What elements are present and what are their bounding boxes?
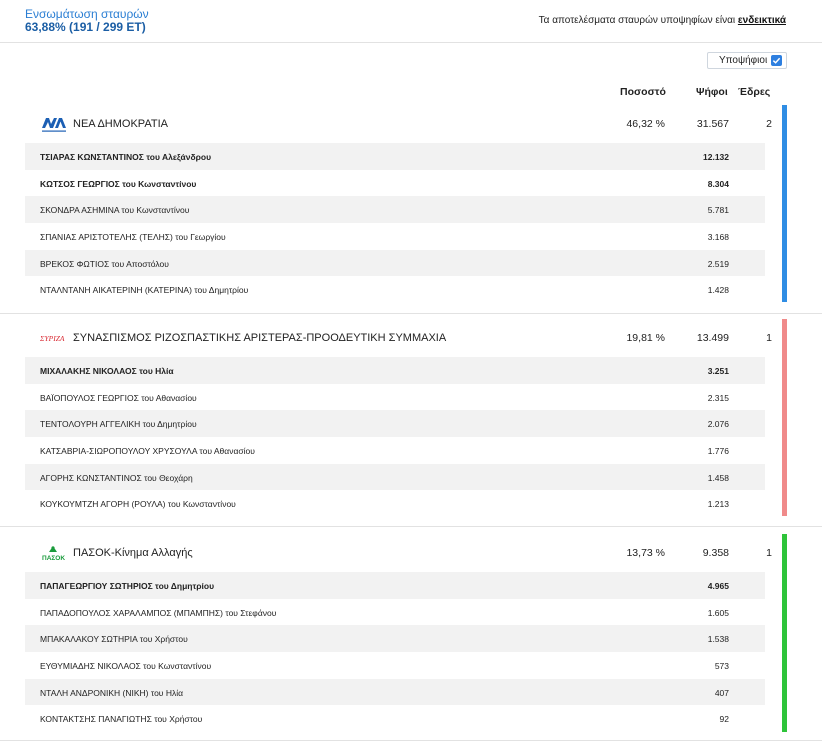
candidate-row: ΑΓΟΡΗΣ ΚΩΝΣΤΑΝΤΙΝΟΣ του Θεοχάρη 1.458: [25, 463, 765, 491]
party-row[interactable]: ΝΕΑ ΔΗΜΟΚΡΑΤΙΑ 46,32 % 31.567 2: [25, 105, 772, 143]
indicative-link[interactable]: ενδεικτικά: [738, 15, 786, 26]
candidate-votes: 3.251: [707, 366, 729, 376]
party-seats: 2: [766, 118, 772, 130]
candidate-name: ΑΓΟΡΗΣ ΚΩΝΣΤΑΝΤΙΝΟΣ του Θεοχάρη: [40, 472, 193, 483]
indicative-note: Τα αποτελέσματα σταυρών υποψηφίων είναι …: [539, 15, 786, 26]
party-block: ΠΑΣΟΚ ΠΑΣΟΚ-Κίνημα Αλλαγής 13,73 % 9.358…: [25, 534, 772, 732]
candidate-row: ΤΣΙΑΡΑΣ ΚΩΝΣΤΑΝΤΙΝΟΣ του Αλεξάνδρου 12.13…: [25, 143, 765, 170]
column-header-seats: Έδρες: [738, 86, 771, 98]
candidate-name: ΤΣΙΑΡΑΣ ΚΩΝΣΤΑΝΤΙΝΟΣ του Αλεξάνδρου: [40, 152, 212, 162]
candidate-votes: 1.605: [707, 607, 729, 618]
party-block: ΝΕΑ ΔΗΜΟΚΡΑΤΙΑ 46,32 % 31.567 2 ΤΣΙΑΡΑΣ …: [25, 105, 772, 303]
candidate-votes: 3.168: [707, 232, 729, 243]
party-name: ΝΕΑ ΔΗΜΟΚΡΑΤΙΑ: [73, 118, 168, 130]
candidate-votes: 1.776: [707, 446, 729, 457]
candidate-row: ΝΤΑΛΗ ΑΝΔΡΟΝΙΚΗ (ΝΙΚΗ) του Ηλία 407: [25, 678, 765, 706]
party-row[interactable]: ΠΑΣΟΚ ΠΑΣΟΚ-Κίνημα Αλλαγής 13,73 % 9.358…: [25, 534, 772, 572]
candidate-votes: 5.781: [707, 205, 729, 216]
candidate-row: ΒΑΪΟΠΟΥΛΟΣ ΓΕΩΡΓΙΟΣ του Αθανασίου 2.315: [25, 384, 765, 411]
integration-value: 63,88% (191 / 299 ΕΤ): [25, 20, 146, 34]
party-votes: 9.358: [702, 547, 729, 559]
divider: [0, 740, 822, 741]
candidate-votes: 1.458: [707, 472, 729, 483]
candidate-votes: 1.213: [707, 499, 729, 510]
party-color-bar: [782, 105, 787, 302]
candidate-name: ΒΑΪΟΠΟΥΛΟΣ ΓΕΩΡΓΙΟΣ του Αθανασίου: [40, 392, 197, 403]
candidate-votes: 1.428: [707, 285, 729, 296]
candidate-row: ΠΑΠΑΓΕΩΡΓΙΟΥ ΣΩΤΗΡΙΟΣ του Δημητρίου 4.965: [25, 572, 765, 599]
svg-text:ΠΑΣΟΚ: ΠΑΣΟΚ: [42, 555, 65, 562]
candidate-name: ΚΩΤΣΟΣ ΓΕΩΡΓΙΟΣ του Κωνσταντίνου: [40, 178, 197, 189]
candidate-votes: 2.315: [707, 392, 729, 403]
candidate-name: ΝΤΑΛΝΤΑΝΗ ΑΙΚΑΤΕΡΙΝΗ (ΚΑΤΕΡΙΝΑ) του Δημη…: [40, 285, 249, 296]
candidate-row: ΤΕΝΤΟΛΟΥΡΗ ΑΓΓΕΛΙΚΗ του Δημητρίου 2.076: [25, 410, 765, 438]
checkbox-checked-icon[interactable]: [771, 55, 782, 66]
candidate-row: ΝΤΑΛΝΤΑΝΗ ΑΙΚΑΤΕΡΙΝΗ (ΚΑΤΕΡΙΝΑ) του Δημη…: [25, 276, 765, 303]
candidate-row: ΒΡΕΚΟΣ ΦΩΤΙΟΣ του Αποστόλου 2.519: [25, 249, 765, 277]
candidate-row: ΜΠΑΚΑΛΑΚΟΥ ΣΩΤΗΡΙΑ του Χρήστου 1.538: [25, 625, 765, 653]
party-seats: 1: [766, 332, 772, 344]
candidate-votes: 2.519: [707, 258, 729, 269]
candidate-name: ΝΤΑΛΗ ΑΝΔΡΟΝΙΚΗ (ΝΙΚΗ) του Ηλία: [40, 687, 184, 698]
candidate-votes: 407: [714, 687, 729, 698]
column-header-percent: Ποσοστό: [620, 86, 666, 98]
candidate-votes: 92: [719, 714, 729, 725]
party-row[interactable]: ΣΥΡΙΖΑ ΣΥΝΑΣΠΙΣΜΟΣ ΡΙΖΟΣΠΑΣΤΙΚΗΣ ΑΡΙΣΤΕΡ…: [25, 319, 772, 357]
candidate-votes: 2.076: [707, 419, 729, 430]
nd-logo-icon: [40, 114, 70, 134]
party-votes: 31.567: [696, 118, 729, 130]
candidate-votes: 12.132: [703, 152, 729, 162]
candidate-name: ΒΡΕΚΟΣ ΦΩΤΙΟΣ του Αποστόλου: [40, 258, 169, 269]
party-seats: 1: [766, 547, 772, 559]
candidate-name: ΤΕΝΤΟΛΟΥΡΗ ΑΓΓΕΛΙΚΗ του Δημητρίου: [40, 419, 197, 430]
candidate-name: ΚΟΝΤΑΚΤΣΗΣ ΠΑΝΑΓΙΩΤΗΣ του Χρήστου: [40, 714, 203, 725]
candidate-name: ΕΥΘΥΜΙΑΔΗΣ ΝΙΚΟΛΑΟΣ του Κωνσταντίνου: [40, 661, 212, 672]
candidate-row: ΕΥΘΥΜΙΑΔΗΣ ΝΙΚΟΛΑΟΣ του Κωνσταντίνου 573: [25, 652, 765, 679]
candidate-votes: 573: [714, 661, 729, 672]
candidate-name: ΜΙΧΑΛΑΚΗΣ ΝΙΚΟΛΑΟΣ του Ηλία: [40, 366, 174, 376]
divider: [0, 313, 822, 314]
candidate-row: ΚΟΥΚΟΥΜΤΖΗ ΑΓΟΡΗ (ΡΟΥΛΑ) του Κωνσταντίνο…: [25, 490, 765, 517]
divider: [0, 526, 822, 527]
candidate-name: ΣΠΑΝΙΑΣ ΑΡΙΣΤΟΤΕΛΗΣ (ΤΕΛΗΣ) του Γεωργίου: [40, 232, 226, 243]
candidate-name: ΚΟΥΚΟΥΜΤΖΗ ΑΓΟΡΗ (ΡΟΥΛΑ) του Κωνσταντίνο…: [40, 499, 236, 510]
candidates-toggle-label: Υποψήφιοι: [719, 55, 768, 66]
candidate-row: ΚΟΝΤΑΚΤΣΗΣ ΠΑΝΑΓΙΩΤΗΣ του Χρήστου 92: [25, 705, 765, 732]
syriza-logo-icon: ΣΥΡΙΖΑ: [39, 328, 70, 348]
candidate-row: ΣΚΟΝΔΡΑ ΑΣΗΜΙΝΑ του Κωνσταντίνου 5.781: [25, 196, 765, 224]
candidate-row: ΚΑΤΣΑΒΡΙΑ-ΣΙΩΡΟΠΟΥΛΟΥ ΧΡΥΣΟΥΛΑ του Αθανα…: [25, 437, 765, 464]
candidate-row: ΣΠΑΝΙΑΣ ΑΡΙΣΤΟΤΕΛΗΣ (ΤΕΛΗΣ) του Γεωργίου…: [25, 223, 765, 250]
party-percent: 19,81 %: [626, 332, 665, 344]
party-name: ΠΑΣΟΚ-Κίνημα Αλλαγής: [73, 547, 193, 559]
party-color-bar: [782, 319, 787, 516]
svg-text:ΣΥΡΙΖΑ: ΣΥΡΙΖΑ: [40, 334, 65, 343]
candidate-row: ΜΙΧΑΛΑΚΗΣ ΝΙΚΟΛΑΟΣ του Ηλία 3.251: [25, 357, 765, 384]
candidate-name: ΠΑΠΑΓΕΩΡΓΙΟΥ ΣΩΤΗΡΙΟΣ του Δημητρίου: [40, 581, 215, 591]
integration-header: Ενσωμάτωση σταυρών 63,88% (191 / 299 ΕΤ)…: [0, 0, 822, 43]
party-percent: 13,73 %: [626, 547, 665, 559]
candidate-name: ΠΑΠΑΔΟΠΟΥΛΟΣ ΧΑΡΑΛΑΜΠΟΣ (ΜΠΑΜΠΗΣ) του Στ…: [40, 607, 277, 618]
pasok-logo-icon: ΠΑΣΟΚ: [40, 543, 70, 563]
candidate-votes: 4.965: [707, 581, 729, 591]
party-votes: 13.499: [696, 332, 729, 344]
candidate-name: ΜΠΑΚΑΛΑΚΟΥ ΣΩΤΗΡΙΑ του Χρήστου: [40, 634, 188, 645]
candidate-votes: 1.538: [707, 634, 729, 645]
party-color-bar: [782, 534, 787, 732]
indicative-note-text: Τα αποτελέσματα σταυρών υποψηφίων είναι: [538, 15, 738, 26]
party-block: ΣΥΡΙΖΑ ΣΥΝΑΣΠΙΣΜΟΣ ΡΙΖΟΣΠΑΣΤΙΚΗΣ ΑΡΙΣΤΕΡ…: [25, 319, 772, 517]
candidate-votes: 8.304: [707, 178, 729, 189]
candidate-name: ΣΚΟΝΔΡΑ ΑΣΗΜΙΝΑ του Κωνσταντίνου: [40, 205, 190, 216]
column-header-votes: Ψήφοι: [696, 86, 728, 98]
party-percent: 46,32 %: [626, 118, 665, 130]
candidates-toggle[interactable]: Υποψήφιοι: [707, 52, 787, 69]
candidate-name: ΚΑΤΣΑΒΡΙΑ-ΣΙΩΡΟΠΟΥΛΟΥ ΧΡΥΣΟΥΛΑ του Αθανα…: [40, 446, 255, 457]
candidate-row: ΚΩΤΣΟΣ ΓΕΩΡΓΙΟΣ του Κωνσταντίνου 8.304: [25, 170, 765, 197]
candidate-row: ΠΑΠΑΔΟΠΟΥΛΟΣ ΧΑΡΑΛΑΜΠΟΣ (ΜΠΑΜΠΗΣ) του Στ…: [25, 599, 765, 626]
integration-label: Ενσωμάτωση σταυρών: [25, 7, 149, 21]
party-name: ΣΥΝΑΣΠΙΣΜΟΣ ΡΙΖΟΣΠΑΣΤΙΚΗΣ ΑΡΙΣΤΕΡΑΣ-ΠΡΟΟ…: [73, 332, 447, 344]
